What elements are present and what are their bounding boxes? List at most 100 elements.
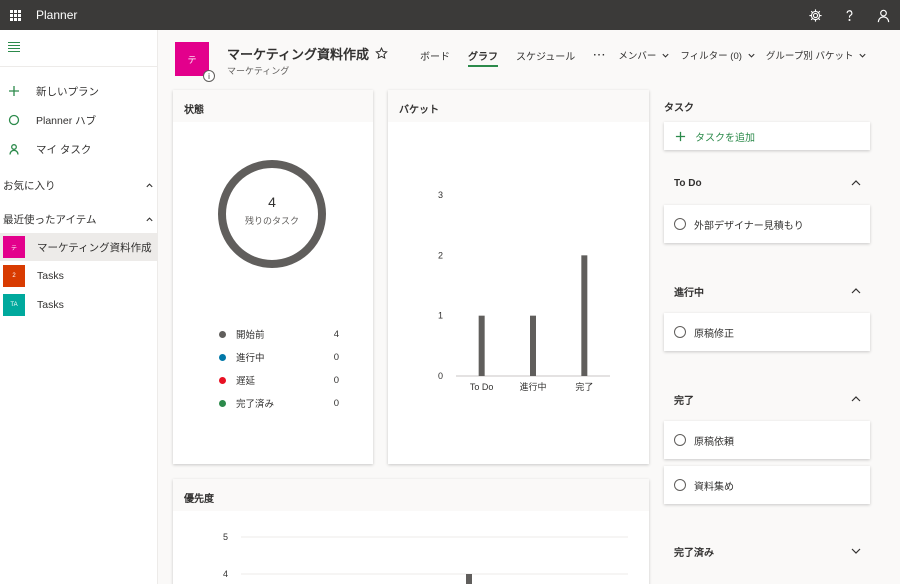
sidebar-plan-tasks-1[interactable]: 2 Tasks	[0, 262, 158, 290]
legend-item-in-progress: 進行中 0	[219, 350, 339, 364]
view-tabs: ボード グラフ スケジュール ··· メンバー フィルター (0) グループ別 …	[420, 44, 877, 67]
task-card[interactable]: 資料集め	[664, 466, 870, 504]
members-dropdown[interactable]: メンバー	[618, 48, 670, 62]
filter-dropdown[interactable]: フィルター (0)	[680, 48, 756, 62]
plan-title-text: マーケティング資料作成	[227, 47, 369, 62]
x-tick-label: To Do	[470, 382, 494, 392]
top-bar: Planner	[0, 0, 900, 30]
bar	[530, 315, 536, 376]
group-header-done[interactable]: 完了	[664, 389, 870, 409]
x-tick-label: 完了	[575, 381, 593, 392]
bucket-card: バケット 0 1 2 3 To Do 進行中 完了	[388, 90, 649, 464]
sidebar-plan-tasks-2[interactable]: TA Tasks	[0, 291, 158, 319]
add-task-button[interactable]: タスクを追加	[664, 122, 870, 150]
plan-badge: テ	[3, 236, 25, 258]
hub-icon	[8, 114, 20, 126]
legend-dot	[219, 330, 226, 338]
sidebar-item-new-plan[interactable]: 新しいプラン	[0, 78, 158, 104]
sidebar-item-my-tasks[interactable]: マイ タスク	[0, 136, 158, 162]
chevron-down-icon	[859, 53, 867, 58]
members-label: メンバー	[618, 51, 657, 62]
task-card[interactable]: 原稿修正	[664, 313, 870, 351]
group-header-todo[interactable]: To Do	[664, 173, 870, 193]
hamburger-icon[interactable]	[8, 42, 20, 52]
sidebar-item-label: 新しいプラン	[36, 85, 99, 98]
sidebar: 新しいプラン Planner ハブ マイ タスク お気に入り 最近使ったアイテム…	[0, 30, 158, 584]
add-task-label: タスクを追加	[695, 132, 755, 144]
chevron-up-icon	[851, 396, 861, 402]
legend-dot	[219, 399, 226, 407]
group-header-in-progress[interactable]: 進行中	[664, 281, 870, 301]
star-icon[interactable]	[375, 47, 388, 60]
chevron-up-icon	[851, 180, 861, 186]
task-complete-checkbox[interactable]	[674, 326, 686, 338]
plan-label: マーケティング資料作成	[37, 241, 152, 254]
y-tick-label: 5	[223, 532, 228, 542]
group-by-dropdown[interactable]: グループ別 バケット	[766, 48, 868, 62]
plan-label: Tasks	[37, 299, 64, 311]
y-tick-label: 0	[438, 371, 443, 381]
sidebar-item-label: Planner ハブ	[36, 114, 97, 127]
task-complete-checkbox[interactable]	[674, 218, 686, 230]
filter-label: フィルター (0)	[680, 51, 742, 62]
group-name: 完了済み	[674, 547, 714, 559]
legend-value: 0	[333, 351, 339, 363]
gear-icon	[808, 8, 822, 22]
y-tick-label: 3	[438, 190, 443, 200]
sidebar-divider	[0, 66, 158, 67]
tab-board[interactable]: ボード	[420, 44, 450, 66]
legend-value: 0	[333, 397, 339, 409]
legend-label: 遅延	[236, 376, 256, 387]
bar	[478, 315, 485, 376]
tasks-column-title: タスク	[664, 103, 694, 114]
group-name: 進行中	[674, 287, 704, 299]
sidebar-item-label: マイ タスク	[36, 143, 92, 156]
legend-dot	[219, 376, 226, 384]
sidebar-item-planner-hub[interactable]: Planner ハブ	[0, 107, 158, 133]
app-launcher-button[interactable]	[0, 0, 30, 30]
group-header-completed[interactable]: 完了済み	[664, 541, 870, 561]
waffle-icon	[9, 9, 21, 21]
sidebar-plan-marketing[interactable]: テ マーケティング資料作成	[0, 233, 158, 261]
help-button[interactable]	[832, 0, 866, 30]
remaining-count: 4	[268, 194, 276, 210]
tab-schedule[interactable]: スケジュール	[516, 44, 575, 66]
legend-label: 開始前	[236, 330, 265, 341]
task-complete-checkbox[interactable]	[674, 434, 686, 446]
task-complete-checkbox[interactable]	[674, 479, 686, 491]
settings-button[interactable]	[798, 0, 832, 30]
favorites-section-header[interactable]: お気に入り	[0, 175, 158, 195]
bucket-bar-chart: 0 1 2 3 To Do 進行中 完了	[438, 190, 610, 392]
chevron-up-icon	[851, 288, 861, 294]
tab-charts[interactable]: グラフ	[468, 44, 498, 67]
task-card[interactable]: 外部デザイナー見積もり	[664, 205, 870, 243]
status-card: 状態 4 残りのタスク 開始前 4 進行中 0 遅延 0 完了済み 0	[173, 90, 373, 464]
favorites-label: お気に入り	[3, 179, 56, 192]
legend-label: 進行中	[236, 353, 265, 364]
question-icon	[846, 9, 852, 21]
task-title: 原稿依頼	[694, 436, 734, 448]
plan-title: マーケティング資料作成	[227, 44, 388, 63]
task-card[interactable]: 原稿依頼	[664, 421, 870, 459]
task-title: 資料集め	[694, 481, 734, 493]
app-name[interactable]: Planner	[36, 8, 77, 22]
recent-section-header[interactable]: 最近使ったアイテム	[0, 209, 158, 229]
task-title: 原稿修正	[694, 328, 734, 340]
account-button[interactable]	[866, 0, 900, 30]
status-card-title: 状態	[173, 90, 373, 122]
plan-badge: 2	[3, 265, 25, 287]
y-tick-label: 2	[438, 250, 443, 260]
priority-bar-chart: 45	[223, 532, 628, 584]
legend-value: 0	[333, 374, 339, 386]
person-icon	[9, 144, 19, 155]
group-name: 完了	[674, 395, 694, 407]
chevron-down-icon	[748, 53, 755, 58]
y-tick-label: 1	[438, 311, 443, 321]
legend-label: 完了済み	[236, 399, 275, 410]
remaining-label: 残りのタスク	[244, 216, 299, 226]
chevron-down-icon	[851, 548, 861, 554]
y-tick-label: 4	[223, 569, 228, 579]
plus-icon	[675, 131, 686, 141]
more-options-button[interactable]: ···	[593, 50, 606, 61]
plan-info-button[interactable]: i	[203, 70, 215, 82]
